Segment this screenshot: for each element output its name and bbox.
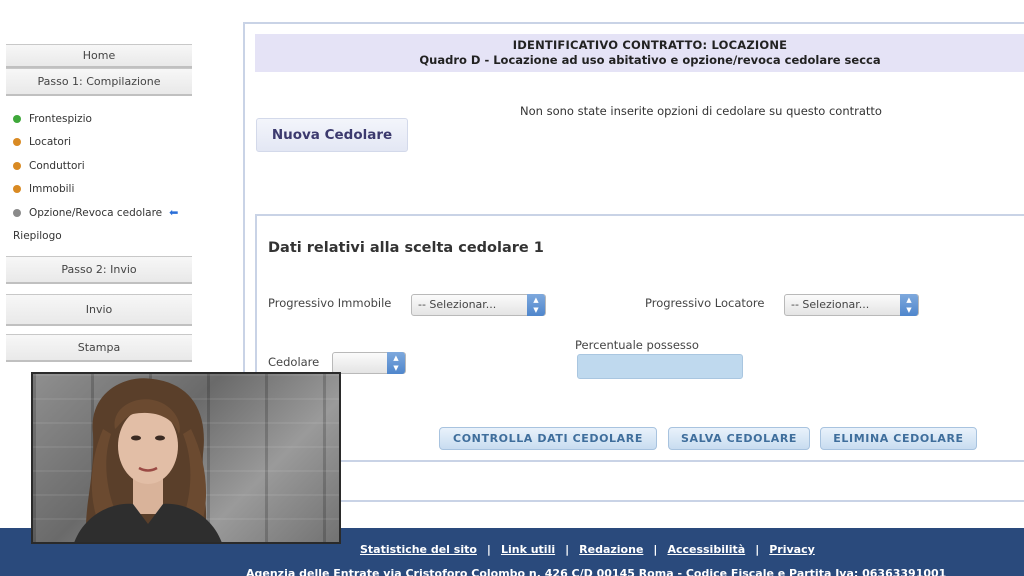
footer-link-statistiche[interactable]: Statistiche del sito [360,543,477,556]
nav-item-label: Locatori [29,136,72,149]
progressivo-immobile-select[interactable]: -- Selezionar... ▲ ▼ [411,294,546,316]
progressivo-locatore-label: Progressivo Locatore [645,296,765,310]
contract-header: IDENTIFICATIVO CONTRATTO: LOCAZIONE Quad… [255,34,1024,72]
page-title: IDENTIFICATIVO CONTRATTO: LOCAZIONE [512,38,788,52]
nav-item-label: Frontespizio [29,112,92,125]
status-dot-icon [13,185,21,194]
save-cedolare-button[interactable]: SALVA CEDOLARE [668,427,810,450]
progressivo-locatore-select[interactable]: -- Selezionar... ▲ ▼ [784,294,919,316]
presenter-video-overlay [31,372,341,544]
status-dot-icon [13,161,21,170]
cedolare-select[interactable]: ▲ ▼ [332,352,406,374]
compilation-steps-list: Frontespizio Locatori Conduttori Immobil… [10,107,200,248]
nav-item-frontespizio[interactable]: Frontespizio [10,107,200,131]
status-dot-icon [13,114,21,123]
status-dot-icon [13,138,21,147]
footer-link-privacy[interactable]: Privacy [769,543,815,556]
footer-separator: | [486,543,491,556]
no-options-message: Non sono state inserite opzioni di cedol… [520,104,882,118]
select-arrows-icon: ▲ ▼ [527,294,545,316]
nav-item-label: Riepilogo [13,230,62,243]
percentuale-possesso-input[interactable] [577,354,743,379]
nav-step2-invio[interactable]: Passo 2: Invio [6,256,192,284]
status-dot-icon [13,208,21,217]
footer-link-accessibilita[interactable]: Accessibilità [667,543,745,556]
nav-item-label: Opzione/Revoca cedolare [29,206,163,219]
nav-step1-compilazione[interactable]: Passo 1: Compilazione [6,68,192,96]
check-cedolare-button[interactable]: CONTROLLA DATI CEDOLARE [439,427,657,450]
cedolare-form: Dati relativi alla scelta cedolare 1 Pro… [255,214,1024,462]
page-subtitle: Quadro D - Locazione ad uso abitativo e … [419,53,881,67]
footer-link-redazione[interactable]: Redazione [579,543,643,556]
select-value: -- Selezionar... [418,298,497,311]
nav-stampa[interactable]: Stampa [6,334,192,362]
cedolare-label: Cedolare [268,355,320,369]
arrow-left-icon: ⬅ [169,206,179,220]
nav-item-immobili[interactable]: Immobili [10,178,200,202]
footer-link-link-utili[interactable]: Link utili [501,543,555,556]
footer-separator: | [653,543,658,556]
nav-home[interactable]: Home [6,44,192,68]
nav-item-opzione-revoca[interactable]: Opzione/Revoca cedolare ⬅ [10,201,200,225]
select-arrows-icon: ▲ ▼ [387,352,405,374]
form-section-title: Dati relativi alla scelta cedolare 1 [268,240,544,256]
nav-invio[interactable]: Invio [6,294,192,326]
select-arrows-icon: ▲ ▼ [900,294,918,316]
delete-cedolare-button[interactable]: ELIMINA CEDOLARE [820,427,977,450]
main-panel: IDENTIFICATIVO CONTRATTO: LOCAZIONE Quad… [243,22,1024,502]
nav-item-label: Immobili [29,183,75,196]
presenter-figure [74,378,222,542]
nav-item-locatori[interactable]: Locatori [10,131,200,155]
footer-separator: | [565,543,570,556]
footer-links: Statistiche del sito | Link utili | Redazion… [360,543,815,556]
progressivo-immobile-label: Progressivo Immobile [268,296,392,310]
nav-item-label: Conduttori [29,159,85,172]
footer-address: Agenzia delle Entrate via Cristoforo Col… [246,567,947,576]
select-value: -- Selezionar... [791,298,870,311]
percentuale-possesso-label: Percentuale possesso [575,338,699,352]
new-cedolare-button[interactable]: Nuova Cedolare [256,118,408,152]
nav-item-conduttori[interactable]: Conduttori [10,154,200,178]
nav-item-riepilogo[interactable]: Riepilogo [10,225,200,249]
footer-separator: | [755,543,760,556]
